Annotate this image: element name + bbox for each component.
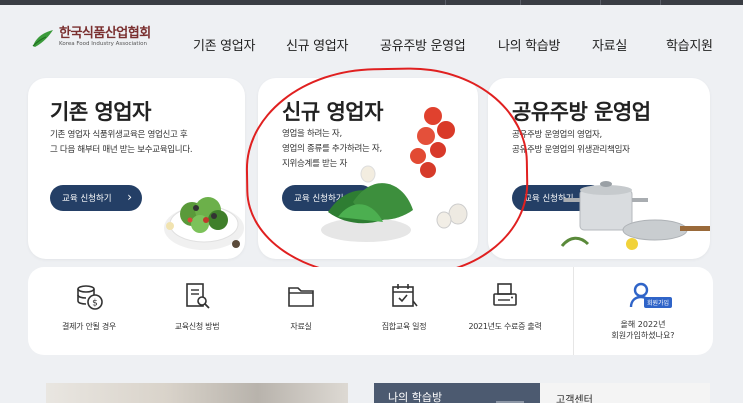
logo-subtitle: Korea Food Industry Association	[59, 41, 147, 47]
quick-link-payment[interactable]: $ 결제가 안될 경우	[44, 281, 134, 332]
bottom-banner-image	[46, 383, 348, 403]
quick-link-resources[interactable]: 자료실	[256, 281, 346, 332]
quick-link-schedule[interactable]: 집합교육 일정	[359, 281, 449, 332]
nav-existing-business[interactable]: 기존 영업자	[193, 35, 255, 54]
my-study-room-panel[interactable]: 나의 학습방	[374, 383, 540, 403]
spinach-tomato-image	[321, 107, 468, 242]
quick-links-panel: $ 결제가 안될 경우 교육신청 방법 자료실 집합교육 일정 2021년도 수…	[28, 267, 713, 355]
card-shared-kitchen: 공유주방 운영업 공유주방 운영업의 영업자, 공유주방 운영업의 위생관리책임…	[488, 78, 710, 259]
card-description: 기존 영업자 식품위생교육은 영업신고 후 그 다음 해부터 매년 받는 보수교…	[50, 130, 193, 155]
folder-icon	[288, 287, 314, 307]
member-signup-link[interactable]: 회원가입 올해 2022년 회원가입하셨나요?	[588, 281, 698, 341]
quick-link-label: 2021년도 수료증 출력	[468, 322, 542, 331]
calendar-icon	[392, 284, 418, 307]
signup-badge: 회원가입	[644, 297, 673, 308]
logo-leaf-icon	[32, 29, 53, 47]
quick-link-how-to-apply[interactable]: 교육신청 방법	[152, 281, 242, 332]
svg-text:$: $	[92, 299, 98, 309]
panel-title: 고객센터	[556, 395, 593, 403]
card-title: 공유주방 운영업	[512, 100, 651, 124]
chevron-right-icon: ›	[127, 190, 132, 204]
panel-title: 나의 학습방	[388, 391, 443, 403]
nav-learning-support[interactable]: 학습지원	[666, 35, 713, 54]
quick-link-label: 자료실	[290, 322, 312, 331]
card-title: 기존 영업자	[50, 100, 151, 124]
customer-center-panel[interactable]: 고객센터	[540, 383, 710, 403]
cookware-image	[560, 181, 710, 250]
card-existing-business: 기존 영업자 기존 영업자 식품위생교육은 영업신고 후 그 다음 해부터 매년…	[28, 78, 245, 259]
signup-prompt: 올해 2022년 회원가입하셨나요?	[611, 320, 675, 340]
quick-link-label: 결제가 안될 경우	[62, 322, 116, 331]
printer-icon	[493, 283, 517, 306]
nav-shared-kitchen[interactable]: 공유주방 운영업	[380, 35, 466, 54]
payment-coins-icon: $	[77, 285, 103, 310]
logo-title: 한국식품산업협회	[59, 26, 151, 41]
document-search-icon	[186, 283, 210, 309]
card-description: 공유주방 운영업의 영업자, 공유주방 운영업의 위생관리책임자	[512, 130, 630, 155]
quick-link-certificate-print[interactable]: 2021년도 수료증 출력	[460, 281, 550, 332]
divider	[573, 267, 574, 355]
nav-resources[interactable]: 자료실	[592, 35, 627, 54]
site-logo[interactable]: 한국식품산업협회 Korea Food Industry Association	[32, 27, 151, 48]
apply-education-button[interactable]: 교육 신청하기›	[50, 185, 142, 211]
header: 한국식품산업협회 Korea Food Industry Association…	[0, 5, 743, 75]
quick-link-label: 집합교육 일정	[381, 322, 427, 331]
salad-image	[164, 197, 244, 250]
nav-my-study-room[interactable]: 나의 학습방	[498, 35, 560, 54]
card-new-business: 신규 영업자 영업을 하려는 자, 영업의 종류를 추가하려는 자, 지위승계를…	[258, 78, 478, 259]
quick-link-label: 교육신청 방법	[174, 322, 220, 331]
nav-new-business[interactable]: 신규 영업자	[286, 35, 348, 54]
